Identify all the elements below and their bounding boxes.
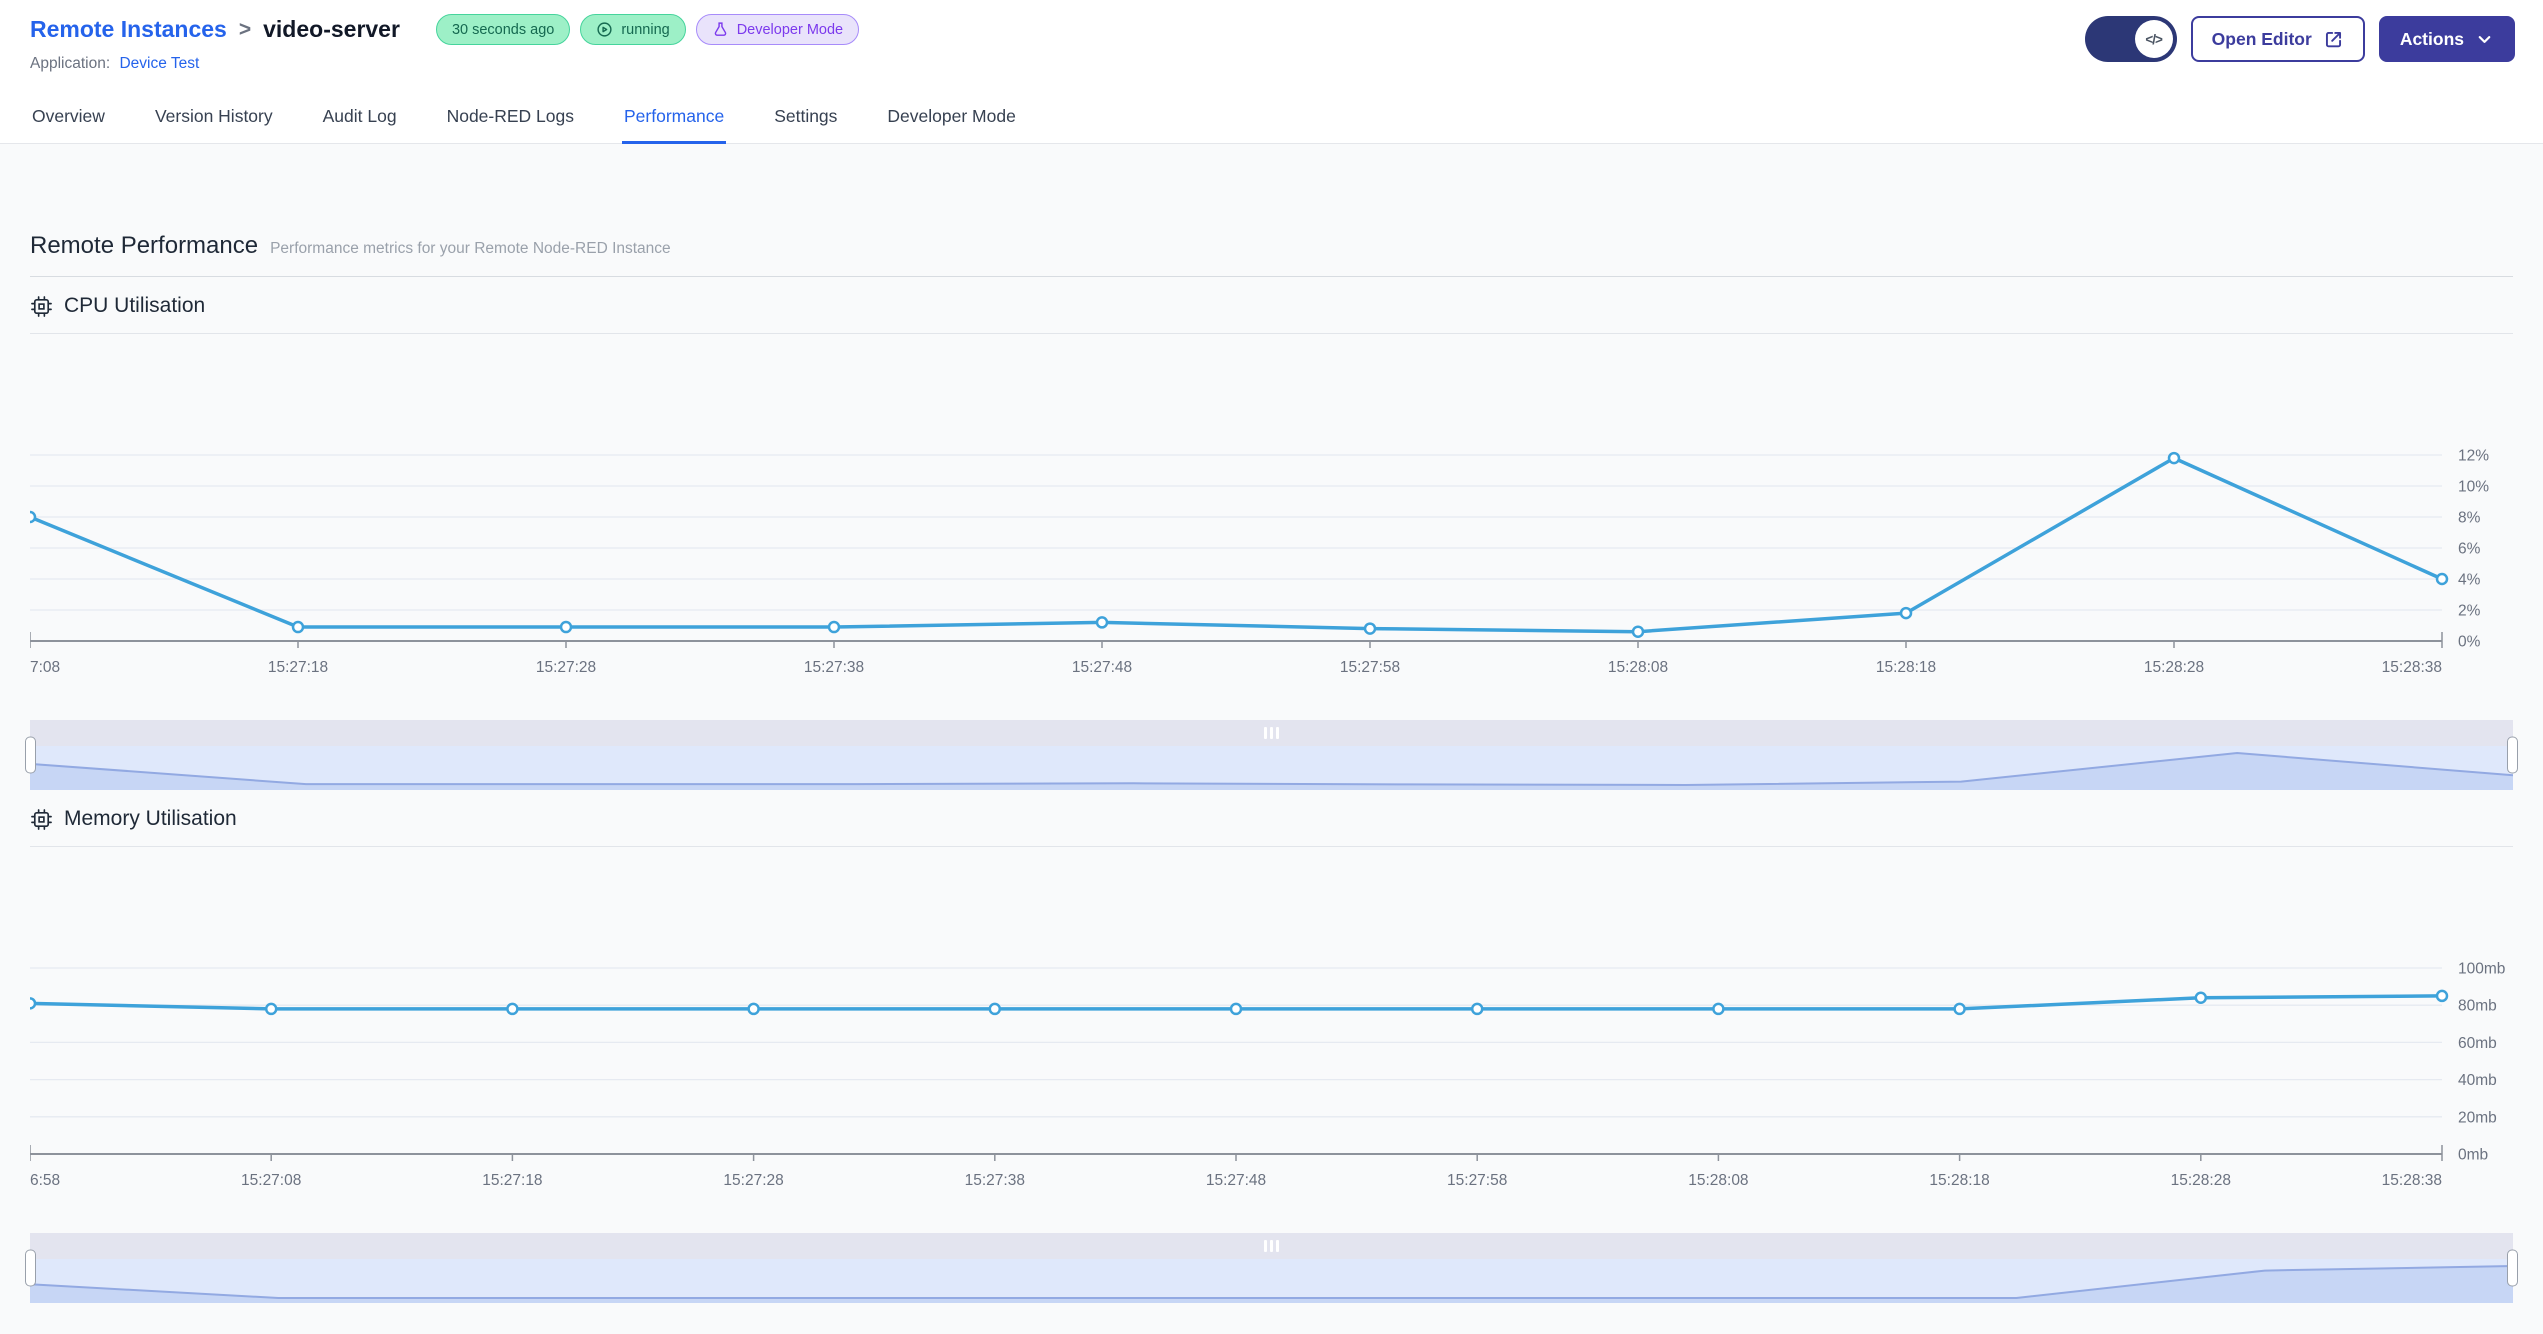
running-status-label: running <box>621 21 670 38</box>
page-title: Remote Performance <box>30 232 259 259</box>
memory-chip-icon <box>31 808 52 830</box>
memory-chart-title: Memory Utilisation <box>30 790 2513 847</box>
svg-text:15:28:08: 15:28:08 <box>1688 1172 1748 1189</box>
svg-text:0%: 0% <box>2458 634 2481 651</box>
svg-text:15:27:48: 15:27:48 <box>1206 1172 1266 1189</box>
flask-icon <box>714 22 727 36</box>
actions-button[interactable]: Actions <box>2378 16 2515 62</box>
svg-text:12%: 12% <box>2458 448 2489 465</box>
svg-text:15:28:18: 15:28:18 <box>1876 659 1936 676</box>
svg-text:100mb: 100mb <box>2458 961 2505 978</box>
memory-brush-minimap[interactable] <box>30 1259 2513 1303</box>
application-row: Application: Device Test <box>30 55 859 73</box>
memory-chart[interactable]: 100mb 80mb 60mb 40mb 20mb 0mb 6:58 15:27:08 15:2… <box>30 847 2513 1199</box>
grip-icon <box>1264 727 1279 739</box>
svg-text:15:28:08: 15:28:08 <box>1608 659 1668 676</box>
svg-text:15:28:28: 15:28:28 <box>2144 659 2204 676</box>
svg-text:15:27:28: 15:27:28 <box>536 659 596 676</box>
cpu-chip-icon <box>31 295 52 317</box>
memory-brush-right-handle[interactable] <box>2507 1249 2518 1287</box>
svg-text:15:28:38: 15:28:38 <box>2382 659 2442 676</box>
svg-text:15:27:08: 15:27:08 <box>241 1172 301 1189</box>
svg-text:8%: 8% <box>2458 510 2481 527</box>
svg-text:10%: 10% <box>2458 479 2489 496</box>
open-editor-button[interactable]: Open Editor <box>2190 16 2365 62</box>
cpu-chart-heading: CPU Utilisation <box>64 294 206 317</box>
tab-settings[interactable]: Settings <box>772 91 839 143</box>
tab-node-red-logs[interactable]: Node-RED Logs <box>445 91 576 143</box>
cpu-brush-right-handle[interactable] <box>2507 736 2518 774</box>
cpu-brush-svg <box>30 751 2513 790</box>
svg-text:15:27:58: 15:27:58 <box>1340 659 1400 676</box>
external-link-icon <box>2325 31 2341 47</box>
memory-chart-heading: Memory Utilisation <box>64 807 237 830</box>
breadcrumb-remote-instances-link[interactable]: Remote Instances <box>30 16 227 43</box>
tab-overview[interactable]: Overview <box>30 91 107 143</box>
cpu-brush-drag-strip[interactable] <box>30 720 2513 746</box>
application-link[interactable]: Device Test <box>119 55 199 72</box>
cpu-chart-svg: 12% 10% 8% 6% 4% 2% 0% 7:08 15:27:18 15:27:28 15:2… <box>30 448 2489 676</box>
tab-performance[interactable]: Performance <box>622 91 727 144</box>
svg-text:0mb: 0mb <box>2458 1147 2488 1164</box>
memory-utilisation-section: Memory Utilisation 100mb 80mb 60mb 40mb 20mb… <box>25 790 2518 1303</box>
tab-version-history[interactable]: Version History <box>153 91 275 143</box>
last-seen-label: 30 seconds ago <box>451 21 555 38</box>
instance-name: video-server <box>263 16 400 42</box>
svg-text:15:27:18: 15:27:18 <box>482 1172 542 1189</box>
svg-text:15:27:58: 15:27:58 <box>1447 1172 1507 1189</box>
open-editor-label: Open Editor <box>2211 28 2312 49</box>
svg-text:15:27:18: 15:27:18 <box>268 659 328 676</box>
page-subtitle: Performance metrics for your Remote Node… <box>270 240 671 257</box>
running-status-badge: running <box>580 14 686 45</box>
cpu-utilisation-section: CPU Utilisation 12% 10% 8% 6% 4% 2% 0% 7:08 15:2… <box>25 277 2518 790</box>
developer-mode-toggle[interactable]: </> <box>2084 16 2177 62</box>
memory-brush-left-handle[interactable] <box>25 1249 36 1287</box>
svg-text:2%: 2% <box>2458 603 2481 620</box>
cpu-brush-left-handle[interactable] <box>25 736 36 774</box>
svg-text:15:28:38: 15:28:38 <box>2382 1172 2442 1189</box>
developer-mode-label: Developer Mode <box>736 21 844 38</box>
chevron-down-icon <box>2478 35 2491 43</box>
play-circle-icon <box>597 22 612 37</box>
svg-text:6:58: 6:58 <box>30 1172 60 1189</box>
svg-text:15:27:28: 15:27:28 <box>723 1172 783 1189</box>
cpu-chart-title: CPU Utilisation <box>30 277 2513 334</box>
memory-chart-svg: 100mb 80mb 60mb 40mb 20mb 0mb 6:58 15:27:08 15:2… <box>30 961 2505 1189</box>
performance-page: Remote Performance Performance metrics f… <box>0 144 2543 1334</box>
breadcrumb: Remote Instances > video-server 30 secon… <box>30 14 860 45</box>
page-header: Remote Instances > video-server 30 secon… <box>0 0 2543 91</box>
memory-range-selector <box>25 1233 2518 1303</box>
svg-text:15:27:48: 15:27:48 <box>1072 659 1132 676</box>
svg-text:40mb: 40mb <box>2458 1072 2497 1089</box>
svg-text:15:28:28: 15:28:28 <box>2171 1172 2231 1189</box>
code-icon: </> <box>2134 20 2173 58</box>
cpu-chart[interactable]: 12% 10% 8% 6% 4% 2% 0% 7:08 15:27:18 15:27:28 15:2… <box>30 334 2513 686</box>
svg-text:15:27:38: 15:27:38 <box>804 659 864 676</box>
breadcrumb-separator: > <box>238 17 252 41</box>
cpu-range-selector <box>25 720 2518 790</box>
grip-icon <box>1264 1240 1279 1252</box>
svg-text:20mb: 20mb <box>2458 1109 2497 1126</box>
header-actions: </> Open Editor Actions <box>2084 14 2515 62</box>
tab-audit-log[interactable]: Audit Log <box>321 91 399 143</box>
last-seen-badge: 30 seconds ago <box>435 14 571 45</box>
memory-brush-drag-strip[interactable] <box>30 1233 2513 1259</box>
application-label: Application: <box>30 55 111 72</box>
svg-text:6%: 6% <box>2458 541 2481 558</box>
developer-mode-badge: Developer Mode <box>695 14 860 45</box>
section-header: Remote Performance Performance metrics f… <box>30 144 2513 277</box>
cpu-brush-minimap[interactable] <box>30 746 2513 790</box>
tab-developer-mode[interactable]: Developer Mode <box>885 91 1017 143</box>
svg-text:7:08: 7:08 <box>30 659 60 676</box>
actions-label: Actions <box>2399 28 2464 49</box>
svg-text:15:28:18: 15:28:18 <box>1929 1172 1989 1189</box>
memory-brush-svg <box>30 1265 2513 1303</box>
svg-text:60mb: 60mb <box>2458 1035 2497 1052</box>
svg-text:80mb: 80mb <box>2458 998 2497 1015</box>
instance-tabs: Overview Version History Audit Log Node-… <box>0 91 2543 144</box>
svg-text:15:27:38: 15:27:38 <box>965 1172 1025 1189</box>
status-badges: 30 seconds ago running Developer Mode <box>435 14 860 45</box>
svg-text:4%: 4% <box>2458 572 2481 589</box>
